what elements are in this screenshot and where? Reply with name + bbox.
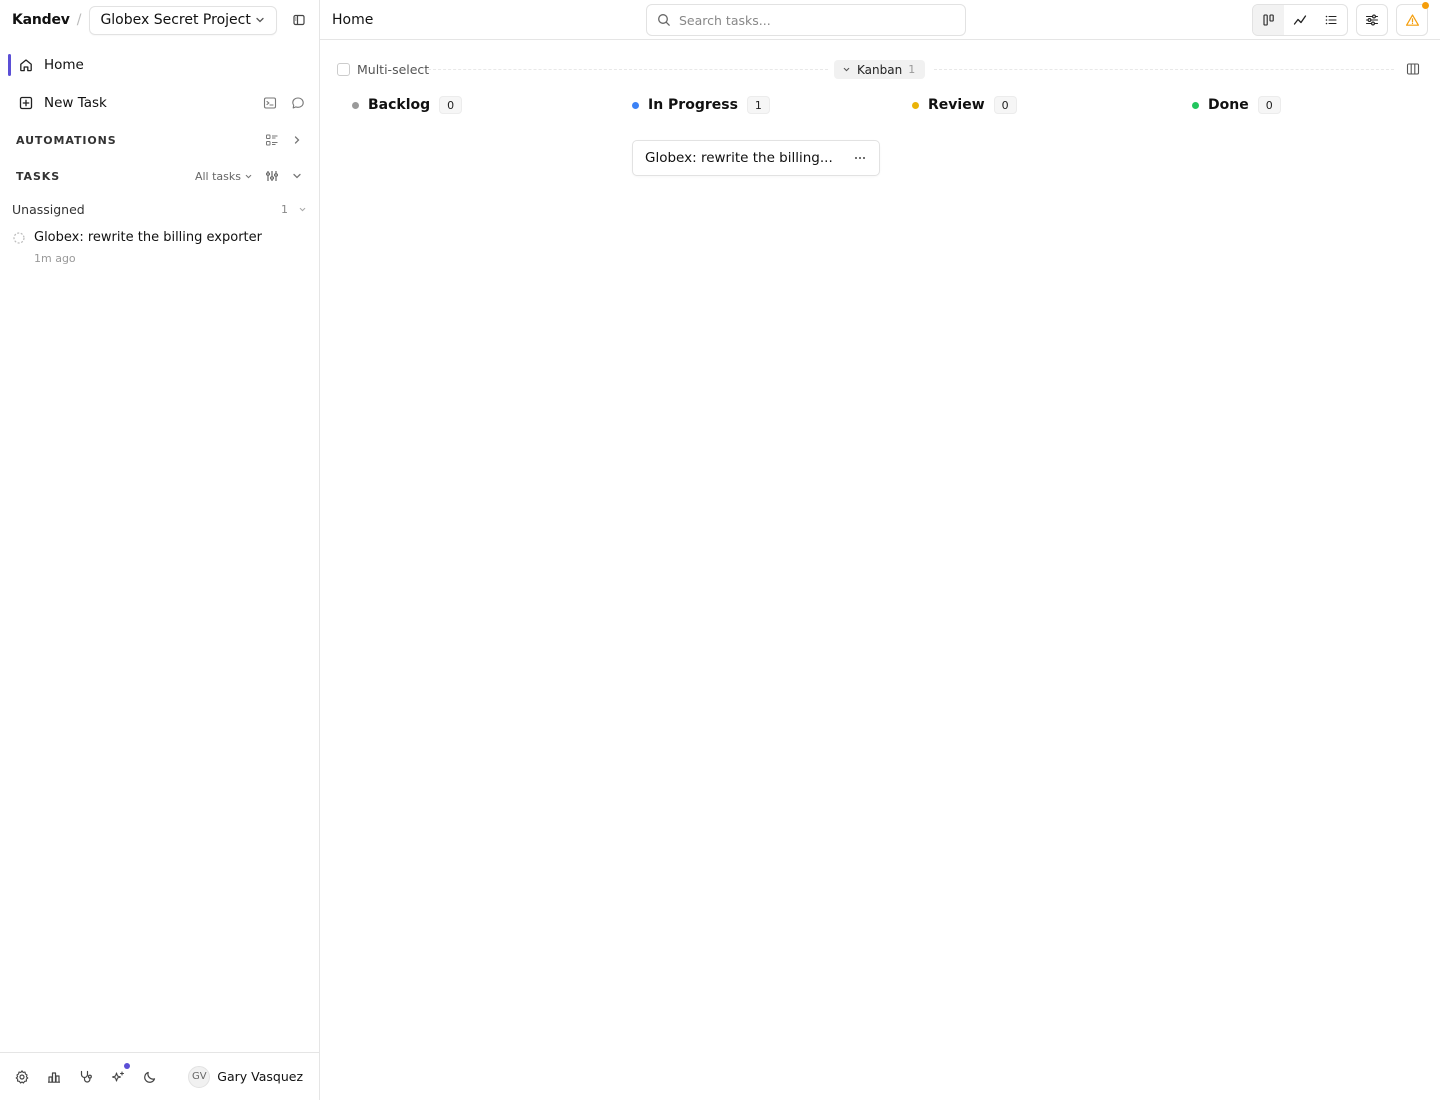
kanban-view-button[interactable] <box>1253 5 1285 35</box>
home-icon <box>18 57 34 73</box>
column-header-review: Review 0 <box>912 95 1017 115</box>
task-row: Globex: rewrite the billing exporter <box>0 224 319 248</box>
column-count: 0 <box>1257 96 1281 114</box>
sidebar-item-home[interactable]: Home <box>0 46 319 84</box>
status-dot <box>352 101 359 109</box>
divider <box>934 69 1394 70</box>
sliders-icon <box>1365 14 1379 26</box>
search-box[interactable] <box>646 4 966 36</box>
status-dot <box>1192 101 1199 109</box>
notification-dot <box>124 1062 130 1069</box>
tasks-actions: All tasks <box>195 169 303 183</box>
task-title: Globex: rewrite the billing exporter <box>34 230 262 245</box>
column-title: Backlog <box>368 97 431 113</box>
sidebar-item-label: Home <box>44 57 84 73</box>
chevron-down-icon <box>244 172 253 181</box>
task-card[interactable]: Globex: rewrite the billing... <box>632 140 880 176</box>
task-group-count: 1 <box>281 202 288 216</box>
columns-icon[interactable] <box>1406 62 1420 76</box>
user-menu[interactable]: GV Gary Vasquez <box>188 1065 303 1088</box>
multi-select-label: Multi-select <box>357 62 430 77</box>
divider <box>428 69 828 70</box>
status-dot <box>912 101 919 109</box>
chevron-down-icon[interactable] <box>291 170 303 182</box>
tasks-title: TASKS <box>16 169 61 183</box>
task-card-title: Globex: rewrite the billing... <box>645 150 833 166</box>
column-title: In Progress <box>648 97 738 113</box>
bar-chart-icon[interactable] <box>46 1069 62 1085</box>
moon-icon[interactable] <box>142 1069 158 1085</box>
sidebar: Kandev / Globex Secret Project Home New … <box>0 0 320 1100</box>
list-checks-icon[interactable] <box>265 133 279 147</box>
multi-select-toggle[interactable]: Multi-select <box>337 62 429 77</box>
plus-square-icon <box>18 95 34 111</box>
sidebar-footer: GV Gary Vasquez <box>0 1052 319 1100</box>
new-task-actions <box>263 96 305 110</box>
graph-view-button[interactable] <box>1284 5 1315 35</box>
alert-triangle-icon <box>1405 13 1419 26</box>
column-title: Review <box>928 97 985 113</box>
task-group-unassigned[interactable]: Unassigned 1 <box>0 194 319 224</box>
chevron-down-icon <box>298 205 307 214</box>
kanban-view-selector[interactable]: Kanban 1 <box>834 60 926 79</box>
board-toolbar: Multi-select Kanban 1 <box>320 40 1440 98</box>
chat-bubble-icon[interactable] <box>291 96 305 110</box>
chevron-down-icon <box>254 14 266 26</box>
top-bar: Home <box>320 0 1440 40</box>
list-view-button[interactable] <box>1316 5 1347 35</box>
warning-dot <box>1422 2 1429 9</box>
gear-icon[interactable] <box>14 1069 30 1085</box>
task-timestamp: 1m ago <box>34 252 76 265</box>
automations-section: AUTOMATIONS <box>0 122 319 158</box>
automations-title: AUTOMATIONS <box>16 133 117 147</box>
chevron-right-icon[interactable] <box>291 134 303 146</box>
view-toggle <box>1252 4 1348 36</box>
warning-button[interactable] <box>1396 2 1429 36</box>
stethoscope-icon[interactable] <box>78 1069 94 1085</box>
chevron-down-icon <box>842 65 851 74</box>
user-name: Gary Vasquez <box>217 1069 303 1084</box>
sliders-icon[interactable] <box>265 169 279 183</box>
sidebar-toggle-icon[interactable] <box>291 12 307 28</box>
tasks-filter-value: All tasks <box>194 169 241 183</box>
column-title: Done <box>1208 97 1249 113</box>
sidebar-item-new-task[interactable]: New Task <box>0 84 319 122</box>
more-horizontal-icon[interactable] <box>853 151 867 165</box>
column-header-done: Done 0 <box>1192 95 1281 115</box>
column-count: 0 <box>993 96 1017 114</box>
status-circle-icon <box>12 231 26 245</box>
column-count: 0 <box>439 96 463 114</box>
brand-name[interactable]: Kandev <box>12 12 70 28</box>
kanban-view-count: 1 <box>908 63 916 76</box>
list-item[interactable]: Globex: rewrite the billing exporter 1m … <box>0 224 319 265</box>
settings-sliders-button[interactable] <box>1356 4 1388 36</box>
sparkles-icon[interactable] <box>110 1062 130 1085</box>
sidebar-header: Kandev / Globex Secret Project <box>0 0 319 40</box>
kanban-view-label: Kanban <box>857 62 903 77</box>
terminal-icon[interactable] <box>263 96 277 110</box>
page-title: Home <box>332 11 374 28</box>
tasks-filter-dropdown[interactable]: All tasks <box>195 170 253 183</box>
avatar: GV <box>188 1065 211 1088</box>
search-icon <box>657 13 671 27</box>
search-input[interactable] <box>679 12 949 28</box>
sidebar-item-label: New Task <box>44 95 107 111</box>
project-select[interactable]: Globex Secret Project <box>89 5 277 35</box>
task-group-name: Unassigned <box>12 201 85 217</box>
column-header-backlog: Backlog 0 <box>352 95 463 115</box>
status-dot <box>632 101 639 109</box>
tasks-section: TASKS All tasks <box>0 158 319 194</box>
project-select-value: Globex Secret Project <box>100 12 251 28</box>
breadcrumb-separator: / <box>76 12 82 28</box>
column-header-in-progress: In Progress 1 <box>632 95 770 115</box>
multi-select-checkbox[interactable] <box>337 63 350 76</box>
automations-actions <box>265 133 303 147</box>
column-count: 1 <box>746 96 770 114</box>
